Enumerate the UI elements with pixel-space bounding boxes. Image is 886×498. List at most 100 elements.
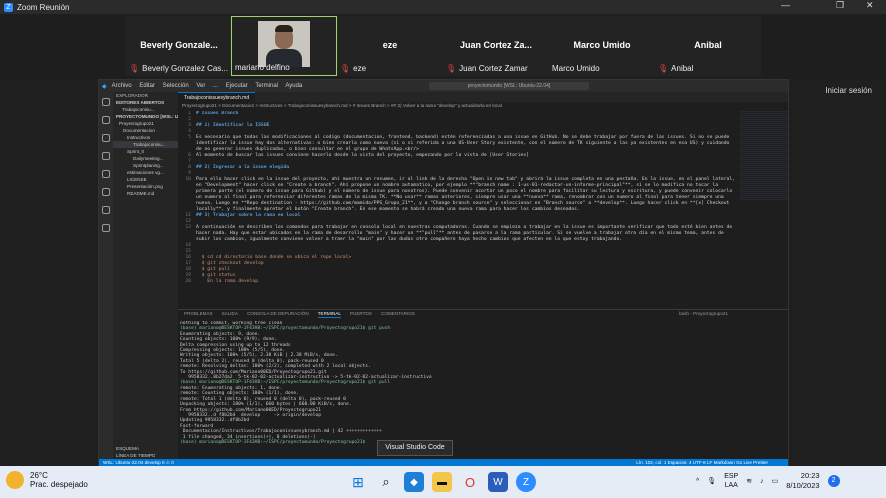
windows-taskbar: 26°C Prac. despejado ⊞ ⌕ ◆ ▬ O W Z ^ 🎙 E… [0,466,886,498]
tree-item[interactable]: estimaciones vg... [113,169,178,176]
taskbar-apps: ⊞ ⌕ ◆ ▬ O W Z [348,472,536,492]
terminal-line: (base) mariano@DESKTOP-1F43HB:~/ISPC/pro… [180,439,369,445]
participant-tile[interactable]: Juan Cortez Za... 🎙 Juan Cortez Zamar [443,16,549,76]
open-editors-section[interactable]: EDITORES ABIERTOS [113,99,178,106]
editor-tab[interactable]: Trabajoconissuesybranch.md [178,92,256,102]
vscode-logo-icon: ◆ [102,83,107,90]
outline-section[interactable]: ESQUEMA [113,445,139,452]
menu-item[interactable]: Editar [139,83,155,89]
maximize-button[interactable]: ❐ [836,0,844,11]
line-text: En la rama develop [196,279,259,284]
terminal-name[interactable]: bash - Proyectogrupo21 [679,310,728,318]
menu-item[interactable]: Ayuda [285,83,302,89]
clock[interactable]: 20:23 8/10/2023 [786,471,819,491]
tree-item[interactable]: Documentacion [113,127,178,134]
run-debug-icon[interactable] [102,152,110,160]
tree-item[interactable]: README.md [113,190,178,197]
participant-label: Marco Umido [552,64,600,73]
menu-item[interactable]: Archivo [112,83,132,89]
zoom-icon[interactable]: Z [516,472,536,492]
panel-tab[interactable]: SALIDA [222,310,238,318]
vscode-window: ◆ Archivo Editar Selección Ver ... Ejecu… [98,79,789,466]
code-line[interactable]: 5 Es necesario que todas las modificacion… [178,135,738,153]
tree-item[interactable]: Sprintplaning... [113,162,178,169]
panel-tab[interactable]: COMENTARIOS [381,310,415,318]
menu-item[interactable]: Ejecutar [226,83,248,89]
tree-item-selected[interactable]: Trabajoconisu... [113,141,178,148]
participant-tile[interactable]: Marco Umido Marco Umido [549,16,655,76]
microphone-icon[interactable]: 🎙 [707,477,716,485]
opera-icon[interactable]: O [460,472,480,492]
menu-item[interactable]: ... [213,83,218,89]
editor-area: Trabajoconissuesybranch.md Proyectogrupo… [178,92,788,309]
language-indicator[interactable]: ESP LAA [724,472,738,490]
start-icon[interactable]: ⊞ [348,472,368,492]
tree-item[interactable]: Instructivos [113,134,178,141]
participant-label: mariano delfino [235,63,290,72]
panel-tab[interactable]: PROBLEMAS [184,310,213,318]
participant-label: Beverly Gonzalez Cas... [142,64,228,73]
panel-tab[interactable]: PUERTOS [350,310,372,318]
workspace-section[interactable]: PROYECTOMUNDO [WSL: U...] [113,113,178,120]
participant-video [258,21,310,67]
menu-item[interactable]: Terminal [255,83,278,89]
extensions-icon[interactable] [102,170,110,178]
panel-tab[interactable]: CONSOLA DE DEPURACIÓN [247,310,309,318]
word-icon[interactable]: W [488,472,508,492]
vscode-icon[interactable]: ◆ [404,472,424,492]
source-control-icon[interactable] [102,134,110,142]
timeline-section[interactable]: LÍNEA DE TIEMPO [113,452,155,459]
status-right[interactable]: Lín. 102, col. 1 Espacios: 4 UTF-8 LF Ma… [636,459,768,466]
tree-item[interactable]: Presentación.png [113,183,178,190]
muted-mic-icon: 🎙 [340,64,351,73]
vscode-titlebar: ◆ Archivo Editar Selección Ver ... Ejecu… [99,80,788,92]
participant-gallery: Beverly Gonzale... 🎙 Beverly Gonzalez Cas… [0,14,886,78]
tree-item[interactable]: Sprint_0 [113,148,178,155]
explorer-icon[interactable] [102,98,110,106]
code-editor[interactable]: 1 # Issues Branch 2 3 ## 1) Identificar la I… [178,111,738,309]
participant-tile[interactable]: Anibal 🎙 Anibal [655,16,761,76]
tree-item[interactable]: Trabajoconisu... [113,106,178,113]
volume-icon[interactable]: ♪ [760,478,764,485]
search-icon[interactable]: ⌕ [376,472,396,492]
terminal-output[interactable]: nothing to commit, working tree clean (ba… [180,321,780,459]
chevron-up-icon[interactable]: ^ [696,478,699,485]
docker-icon[interactable] [102,224,110,232]
breadcrumb[interactable]: Proyectogrupo21 > Documentacion > Instru… [178,102,788,110]
minimize-button[interactable]: — [781,0,790,10]
close-button[interactable]: ✕ [866,0,874,11]
zoom-titlebar: Z Zoom Reunión — ❐ ✕ [0,0,886,14]
file-explorer-icon[interactable]: ▬ [432,472,452,492]
participant-label: eze [353,64,367,73]
minimap[interactable] [740,111,788,201]
line-number: 13 [185,225,191,230]
weather-widget[interactable]: 26°C Prac. despejado [6,471,88,489]
line-number: 5 [188,135,191,140]
participant-tile[interactable]: mariano delfino [231,16,337,76]
menu-item[interactable]: Selección [163,83,189,89]
tree-item[interactable]: LICENSE [113,176,178,183]
tree-item[interactable]: Dailymeeting... [113,155,178,162]
remote-explorer-icon[interactable] [102,188,110,196]
status-left[interactable]: WSL: Ubuntu-22.04 develop 0 ⚠ 0 [103,459,174,466]
tree-item[interactable]: Proyectogrupo21 [113,120,178,127]
code-line[interactable]: 20 En la rama develop [178,279,738,285]
participant-tile[interactable]: eze 🎙 eze [337,16,443,76]
code-line[interactable]: 13 A continuación se describen los comand… [178,225,738,243]
battery-icon[interactable]: ▭ [772,477,779,485]
menu-item[interactable]: Ver [196,83,205,89]
command-center-search[interactable]: proyectomundo [WSL: Ubuntu-22.04] [429,82,589,90]
panel-tabs: PROBLEMAS SALIDA CONSOLA DE DEPURACIÓN T… [178,310,788,318]
search-icon[interactable] [102,116,110,124]
sign-in-link[interactable]: Iniciar sesión [825,86,872,95]
code-line[interactable]: 10 Para ello hacer click en la issue del … [178,177,738,213]
panel-tab-terminal[interactable]: TERMINAL [317,310,341,318]
bottom-panel: PROBLEMAS SALIDA CONSOLA DE DEPURACIÓN T… [178,309,788,459]
editor-tabs: Trabajoconissuesybranch.md [178,92,788,102]
participant-tile[interactable]: Beverly Gonzale... 🎙 Beverly Gonzalez Cas… [126,16,232,76]
wifi-icon[interactable]: ≋ [746,477,752,485]
testing-icon[interactable] [102,206,110,214]
participant-label: Juan Cortez Zamar [459,64,528,73]
notification-badge[interactable]: 2 [827,475,840,487]
participant-name: Juan Cortez Za... [459,40,532,50]
